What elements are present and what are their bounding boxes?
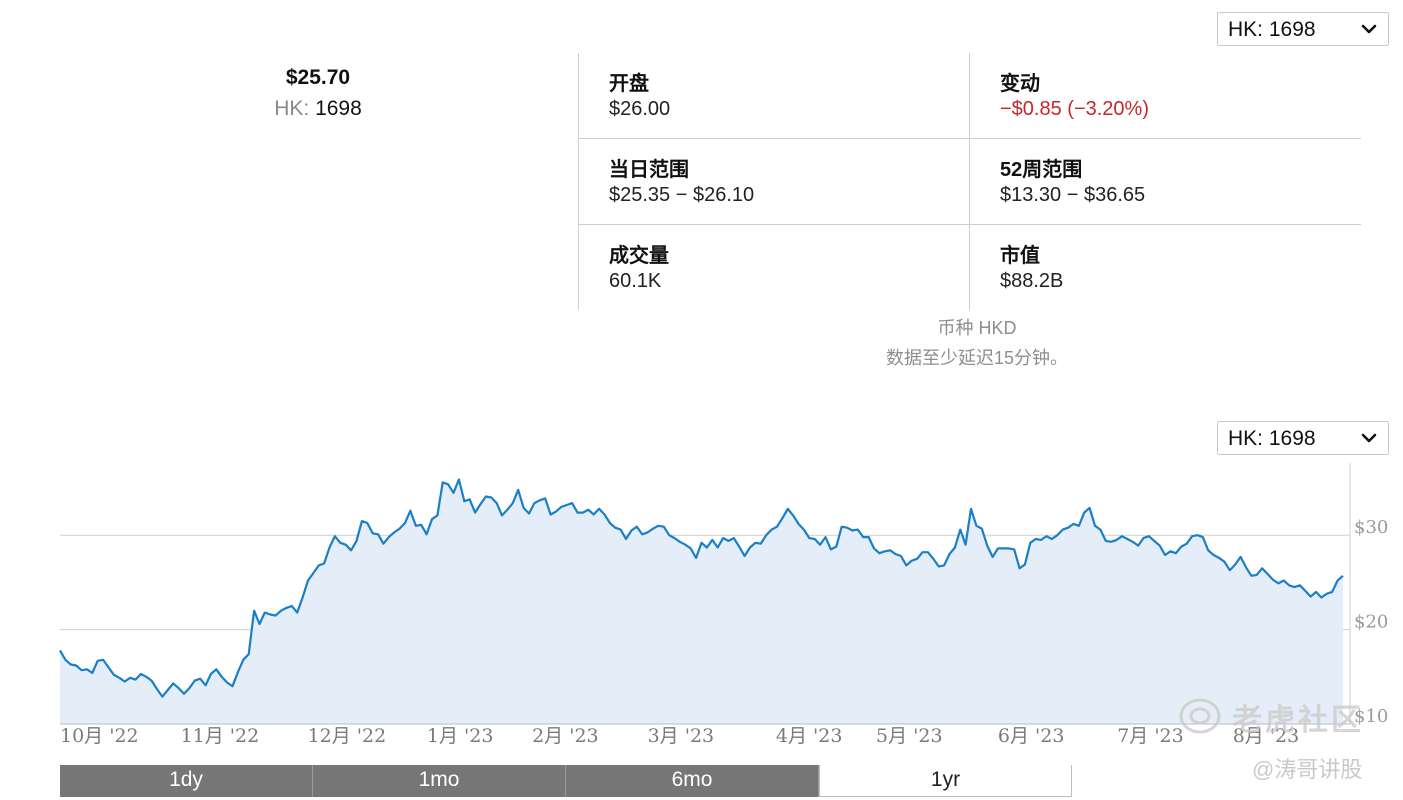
range-tab-1dy[interactable]: 1dy	[60, 765, 313, 797]
x-tick-label: 7月 '23	[1117, 725, 1184, 747]
x-tick-label: 11月 '22	[181, 725, 260, 747]
exchange-select-chart[interactable]: HK: 1698	[1217, 421, 1389, 455]
chevron-down-icon	[1361, 24, 1377, 34]
delay-note: 数据至少延迟15分钟。	[885, 348, 1069, 368]
watermark-logo-text: 老虎社区	[1232, 704, 1364, 737]
stat-52wk-range-label: 52周范围	[1000, 159, 1083, 181]
stats-divider-middle	[969, 53, 970, 310]
stat-market-cap-value: $88.2B	[1000, 270, 1064, 292]
x-tick-label: 6月 '23	[998, 725, 1065, 747]
stat-change-value: −$0.85 (−3.20%)	[1000, 98, 1149, 120]
currency-note: 币种 HKD	[937, 318, 1017, 338]
stat-day-range-label: 当日范围	[609, 159, 689, 181]
stat-change-label: 变动	[1000, 73, 1040, 95]
watermark-logo-icon	[1179, 698, 1221, 734]
stats-row-divider-2	[579, 224, 1361, 225]
stat-52wk-range-value: $13.30 − $36.65	[1000, 184, 1146, 206]
stat-day-range-value: $25.35 − $26.10	[609, 184, 755, 206]
exchange-select-top[interactable]: HK: 1698	[1217, 12, 1389, 46]
stats-row-divider-1	[579, 138, 1361, 139]
stats-divider-left	[578, 53, 579, 310]
x-tick-label: 12月 '22	[308, 725, 387, 747]
x-tick-label: 1月 '23	[427, 725, 494, 747]
watermark-handle: @涛哥讲股	[1252, 757, 1363, 782]
chevron-down-icon	[1361, 433, 1377, 443]
range-tab-1yr[interactable]: 1yr	[819, 765, 1072, 797]
x-tick-label: 5月 '23	[876, 725, 943, 747]
ticker-symbol: 1698	[315, 97, 362, 120]
exchange-select-value: HK: 1698	[1228, 18, 1316, 41]
current-price: $25.70	[285, 66, 351, 89]
x-tick-label: 4月 '23	[776, 725, 843, 747]
ticker-label: HK: 1698	[230, 97, 406, 121]
chart-select-value: HK: 1698	[1228, 427, 1316, 450]
x-tick-labels: 10月 '22 11月 '22 12月 '22 1月 '23 2月 '23 3月 '23 4…	[60, 725, 1299, 747]
stat-market-cap-label: 市值	[1000, 245, 1040, 267]
stat-open-value: $26.00	[609, 98, 671, 120]
range-tab-1mo[interactable]: 1mo	[313, 765, 566, 797]
stat-volume-label: 成交量	[609, 245, 669, 267]
range-tab-6mo[interactable]: 6mo	[566, 765, 819, 797]
x-tick-label: 2月 '23	[532, 725, 599, 747]
price-area	[60, 479, 1343, 724]
x-tick-label: 10月 '22	[60, 725, 139, 747]
stat-open-label: 开盘	[609, 73, 649, 95]
y-tick-label: $20	[1354, 612, 1388, 633]
x-tick-label: 3月 '23	[648, 725, 715, 747]
exchange-prefix: HK:	[274, 97, 310, 120]
stat-volume-value: 60.1K	[609, 270, 662, 292]
y-tick-label: $30	[1354, 517, 1388, 538]
